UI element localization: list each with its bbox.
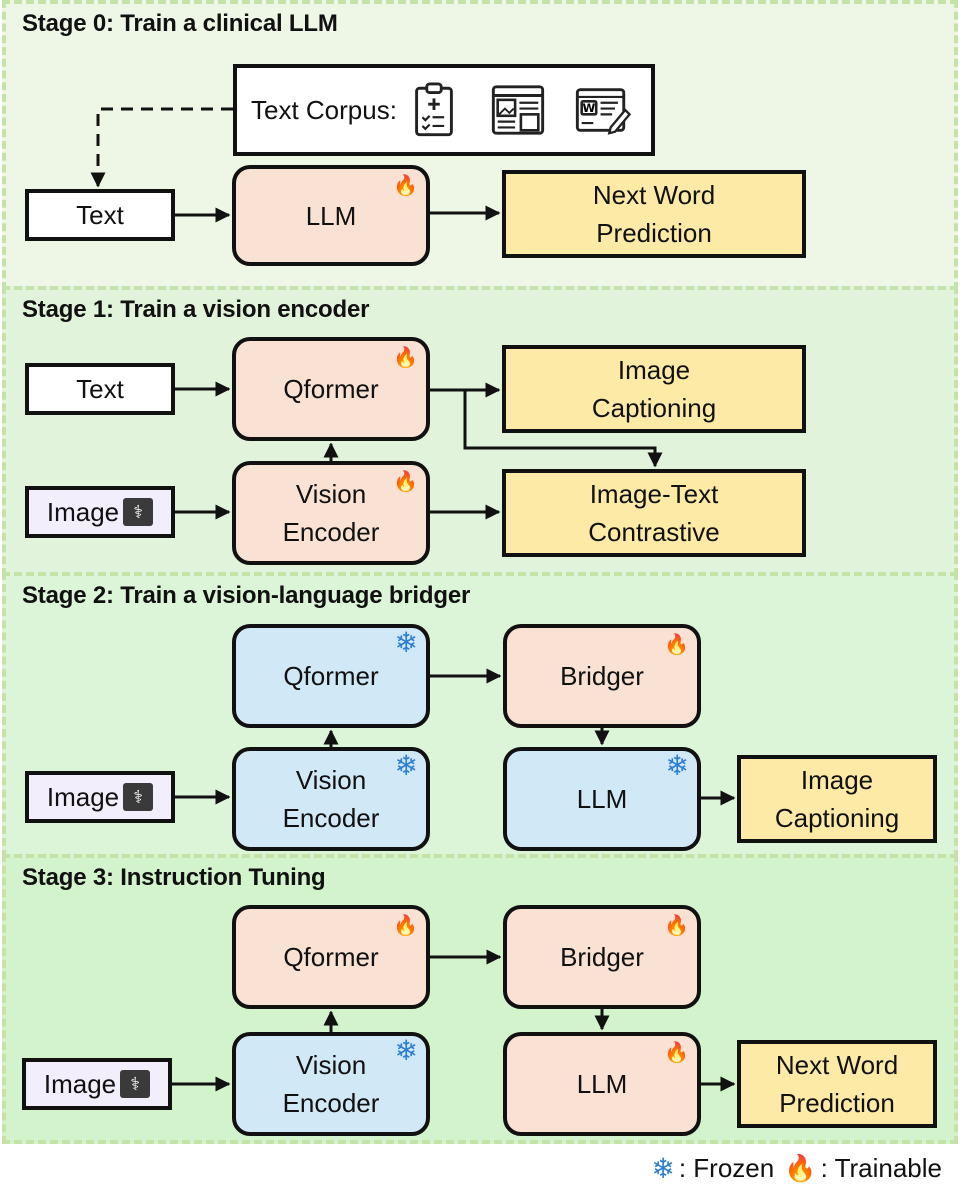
- svg-text:W: W: [583, 101, 596, 115]
- stage-3-image-input-label: Image: [43, 1069, 117, 1099]
- xray-image-icon: ⚕: [120, 1070, 151, 1098]
- stage-1-image-input: Image ⚕: [25, 486, 175, 538]
- stage-3-llm-label: LLM: [576, 1069, 628, 1099]
- stage-0-text-input: Text: [25, 189, 175, 241]
- stage-1-text-input: Text: [25, 363, 175, 415]
- xray-image-icon: ⚕: [123, 498, 154, 526]
- fire-icon: 🔥: [784, 1153, 817, 1183]
- stage-3-vision-encoder: Vision Encoder ❄: [232, 1032, 430, 1136]
- fire-icon: 🔥: [664, 1042, 689, 1064]
- stage-2-vision-encoder: Vision Encoder ❄: [232, 747, 430, 851]
- stage-1-image-input-label: Image: [46, 497, 120, 527]
- stage-3-qformer-label: Qformer: [283, 942, 379, 972]
- legend-trainable-label: : Trainable: [820, 1153, 942, 1183]
- stage-2-image-input: Image ⚕: [25, 771, 175, 823]
- stage-0-next-word-prediction: Next Word Prediction: [502, 170, 806, 258]
- stage-3-qformer: Qformer 🔥: [232, 905, 430, 1009]
- snowflake-icon: ❄: [665, 750, 689, 781]
- legend: ❄ : Frozen 🔥 : Trainable: [651, 1152, 942, 1185]
- stage-3-bridger: Bridger 🔥: [503, 905, 701, 1009]
- stage-0-output-label: Next Word Prediction: [592, 180, 716, 248]
- stage-1-qformer: Qformer 🔥: [232, 337, 430, 441]
- text-corpus-box: Text Corpus: W: [233, 64, 655, 156]
- stage-0-llm: LLM 🔥: [232, 165, 430, 266]
- xray-image-icon: ⚕: [123, 783, 154, 811]
- stage-2-bridger: Bridger 🔥: [503, 624, 701, 728]
- fire-icon: 🔥: [393, 915, 418, 937]
- snowflake-icon: ❄: [394, 1035, 418, 1066]
- stage-1-text-input-label: Text: [76, 374, 124, 404]
- fire-icon: 🔥: [393, 175, 418, 197]
- stage-1-output-0-label: Image Captioning: [591, 355, 717, 423]
- stage-3-output-label: Next Word Prediction: [775, 1050, 899, 1118]
- stage-2-output-label: Image Captioning: [774, 765, 900, 833]
- stage-3-llm: LLM 🔥: [503, 1032, 701, 1136]
- stage-1-vision-encoder-label: Vision Encoder: [282, 479, 380, 547]
- snowflake-icon: ❄: [394, 627, 418, 658]
- stage-2-image-input-label: Image: [46, 782, 120, 812]
- stage-0-title: Stage 0: Train a clinical LLM: [22, 10, 338, 37]
- stage-2-vision-encoder-label: Vision Encoder: [282, 765, 380, 833]
- fire-icon: 🔥: [393, 471, 418, 493]
- stage-1-image-captioning: Image Captioning: [502, 345, 806, 433]
- stage-0-llm-label: LLM: [305, 200, 357, 231]
- webpage-images-icon: [491, 85, 545, 135]
- stage-3-next-word-prediction: Next Word Prediction: [737, 1040, 937, 1128]
- fire-icon: 🔥: [664, 634, 689, 656]
- stage-3-image-input: Image ⚕: [22, 1058, 172, 1110]
- stage-3-title: Stage 3: Instruction Tuning: [22, 864, 326, 891]
- stage-2-llm-label: LLM: [576, 784, 628, 814]
- stage-1-title: Stage 1: Train a vision encoder: [22, 296, 370, 323]
- fire-icon: 🔥: [393, 347, 418, 369]
- snowflake-icon: ❄: [394, 750, 418, 781]
- stage-2-bridger-label: Bridger: [560, 661, 644, 691]
- text-corpus-label: Text Corpus:: [251, 95, 397, 125]
- legend-frozen-label: : Frozen: [678, 1153, 775, 1183]
- stage-1-image-text-contrastive: Image-Text Contrastive: [502, 469, 806, 557]
- stage-2-llm: LLM ❄: [503, 747, 701, 851]
- stage-2-image-captioning: Image Captioning: [737, 755, 937, 843]
- fire-icon: 🔥: [664, 915, 689, 937]
- stage-2-qformer: Qformer ❄: [232, 624, 430, 728]
- stage-0-text-input-label: Text: [76, 200, 124, 230]
- stage-1-qformer-label: Qformer: [283, 374, 379, 404]
- stage-2-title: Stage 2: Train a vision-language bridger: [22, 582, 471, 609]
- stage-3-bridger-label: Bridger: [560, 942, 644, 972]
- stage-1-output-1-label: Image-Text Contrastive: [588, 479, 720, 547]
- clipboard-medical-icon: [415, 82, 453, 137]
- snowflake-icon: ❄: [651, 1153, 675, 1184]
- word-document-edit-icon: W: [575, 88, 631, 135]
- stage-3-vision-encoder-label: Vision Encoder: [282, 1050, 380, 1118]
- stage-1-vision-encoder: Vision Encoder 🔥: [232, 461, 430, 565]
- stage-2-qformer-label: Qformer: [283, 661, 379, 691]
